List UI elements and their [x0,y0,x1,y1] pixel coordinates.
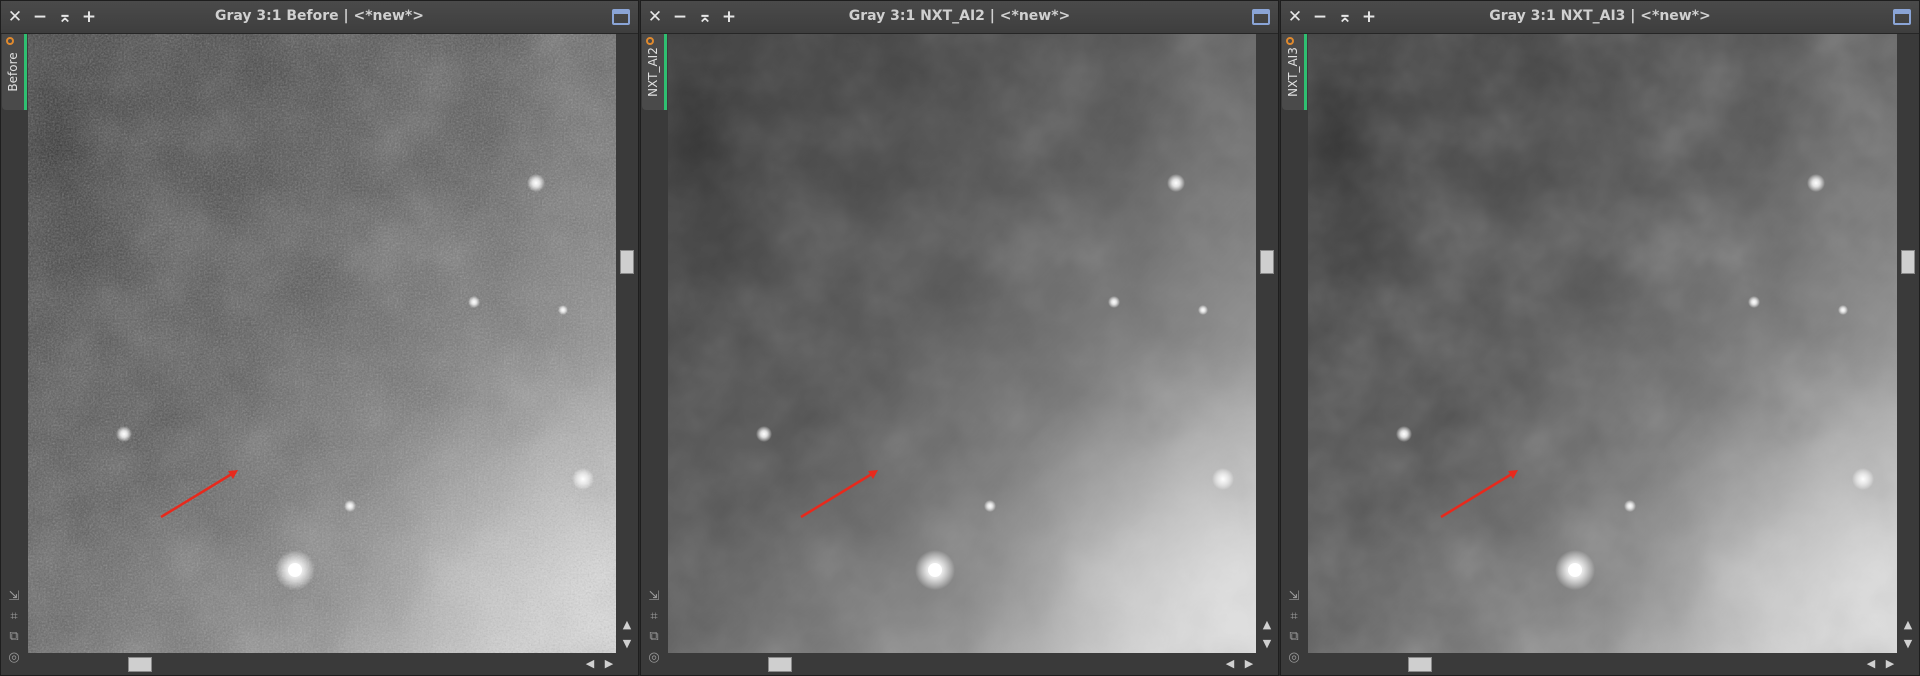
scroll-up-icon[interactable]: ▲ [1260,619,1274,631]
image-window-nxt-ai3[interactable]: ✕ − ⌅ + Gray 3:1 NXT_AI3 | <*new*> NXT_A… [1280,0,1920,676]
status-dot [6,37,14,45]
image-canvas[interactable] [28,34,618,655]
horizontal-scrollbar[interactable]: ◀ ▶ [668,653,1278,675]
vertical-scrollbar[interactable]: ▲ ▼ [1897,34,1919,655]
scroll-left-icon[interactable]: ◀ [583,658,597,670]
vertical-scrollbar[interactable]: ▲ ▼ [616,34,638,655]
horizontal-scrollbar[interactable]: ◀ ▶ [28,653,638,675]
maximize-icon[interactable] [1893,9,1911,25]
target-icon[interactable]: ◎ [6,650,22,666]
view-tab[interactable]: NXT_AI2 [642,34,667,110]
scroll-left-icon[interactable]: ◀ [1223,658,1237,670]
view-tab[interactable]: NXT_AI3 [1282,34,1307,110]
clone-view-icon[interactable]: ⧉ [1286,629,1302,645]
vertical-scroll-thumb[interactable] [1260,250,1274,274]
left-side-panel: NXT_AI2 ⇲ ⌗ ⧉ ◎ [641,34,667,675]
zoom-actual-icon[interactable]: ⌗ [1286,609,1302,625]
clone-view-icon[interactable]: ⧉ [6,629,22,645]
scroll-right-icon[interactable]: ▶ [1883,658,1897,670]
zoom-fit-icon[interactable]: ⇲ [646,589,662,605]
image-render [28,34,618,655]
scroll-right-icon[interactable]: ▶ [1242,658,1256,670]
vertical-scroll-thumb[interactable] [620,250,634,274]
scroll-up-icon[interactable]: ▲ [1901,619,1915,631]
zoom-fit-icon[interactable]: ⇲ [6,589,22,605]
maximize-icon[interactable] [1252,9,1270,25]
title-bar[interactable]: ✕ − ⌅ + Gray 3:1 Before | <*new*> [1,1,638,34]
view-tab-label: NXT_AI2 [646,47,660,97]
image-render [668,34,1258,655]
status-dot [646,37,654,45]
view-tab-label: Before [6,52,20,92]
title-bar[interactable]: ✕ − ⌅ + Gray 3:1 NXT_AI2 | <*new*> [641,1,1278,34]
zoom-actual-icon[interactable]: ⌗ [6,609,22,625]
target-icon[interactable]: ◎ [646,650,662,666]
vertical-scrollbar[interactable]: ▲ ▼ [1256,34,1278,655]
vertical-scroll-thumb[interactable] [1901,250,1915,274]
zoom-actual-icon[interactable]: ⌗ [646,609,662,625]
left-side-panel: NXT_AI3 ⇲ ⌗ ⧉ ◎ [1281,34,1307,675]
horizontal-scrollbar[interactable]: ◀ ▶ [1308,653,1919,675]
window-title: Gray 3:1 Before | <*new*> [214,8,424,24]
image-render [1308,34,1899,655]
scroll-down-icon[interactable]: ▼ [1260,638,1274,650]
image-canvas[interactable] [1308,34,1899,655]
scroll-up-icon[interactable]: ▲ [620,619,634,631]
target-icon[interactable]: ◎ [1286,650,1302,666]
horizontal-scroll-thumb[interactable] [128,657,152,672]
image-window-nxt-ai2[interactable]: ✕ − ⌅ + Gray 3:1 NXT_AI2 | <*new*> NXT_A… [640,0,1279,676]
clone-view-icon[interactable]: ⧉ [646,629,662,645]
scroll-right-icon[interactable]: ▶ [602,658,616,670]
scroll-down-icon[interactable]: ▼ [620,638,634,650]
scroll-down-icon[interactable]: ▼ [1901,638,1915,650]
horizontal-scroll-thumb[interactable] [768,657,792,672]
left-side-panel: Before ⇲ ⌗ ⧉ ◎ [1,34,27,675]
view-tab-label: NXT_AI3 [1286,47,1300,97]
scroll-left-icon[interactable]: ◀ [1864,658,1878,670]
zoom-fit-icon[interactable]: ⇲ [1286,589,1302,605]
view-tab[interactable]: Before [2,34,27,110]
window-title: Gray 3:1 NXT_AI2 | <*new*> [848,8,1071,24]
image-window-before[interactable]: ✕ − ⌅ + Gray 3:1 Before | <*new*> Before… [0,0,639,676]
maximize-icon[interactable] [612,9,630,25]
window-title: Gray 3:1 NXT_AI3 | <*new*> [1489,8,1711,24]
status-dot [1286,37,1294,45]
horizontal-scroll-thumb[interactable] [1408,657,1432,672]
image-canvas[interactable] [668,34,1258,655]
title-bar[interactable]: ✕ − ⌅ + Gray 3:1 NXT_AI3 | <*new*> [1281,1,1919,34]
